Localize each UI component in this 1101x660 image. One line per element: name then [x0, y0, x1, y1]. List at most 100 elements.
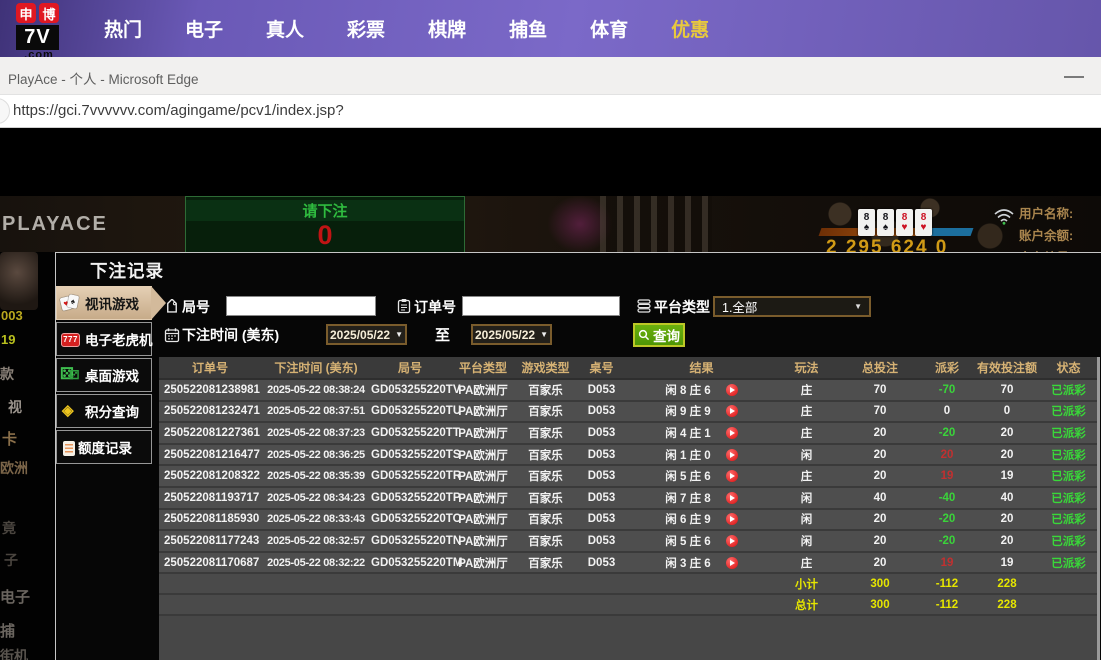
grand-total-label: 总计	[774, 597, 839, 613]
replay-play-icon[interactable]	[726, 405, 738, 417]
replay-play-icon[interactable]	[726, 384, 738, 396]
table-row: 250522081238981 2025-05-22 08:38:24 GD05…	[159, 380, 1100, 402]
background-text-remnant: 竟	[2, 518, 16, 538]
dealt-cards: 8 ♠ 8 ♠ 8 ♥ 8 ♥	[858, 209, 932, 236]
minimize-icon[interactable]	[1064, 76, 1084, 78]
table-row: 250522081208322 2025-05-22 08:35:39 GD05…	[159, 466, 1100, 488]
cell-table-number: D053	[574, 470, 629, 482]
cell-total-bet: 40	[839, 492, 921, 504]
cell-game-type: 百家乐	[517, 403, 574, 419]
platform-select[interactable]: 1.全部 ▼	[713, 296, 871, 317]
table-row: 250522081170687 2025-05-22 08:32:22 GD05…	[159, 553, 1100, 575]
cell-platform: PA欧洲厅	[449, 425, 517, 441]
cell-total-bet: 20	[839, 535, 921, 547]
cell-platform: PA欧洲厅	[449, 382, 517, 398]
sidebar-item[interactable]: 桌面游戏	[56, 358, 152, 392]
cell-bet-type: 庄	[774, 555, 839, 571]
cell-table-number: D053	[574, 513, 629, 525]
card-suit-icon: ♥	[921, 223, 927, 233]
cell-round-id: GD053255220TT	[371, 427, 449, 439]
panel-title: 下注记录	[90, 258, 164, 283]
site-nav-item[interactable]: 优惠	[671, 15, 709, 42]
sidebar-item[interactable]: 电子老虎机	[56, 322, 152, 356]
cell-round-id: GD053255220TU	[371, 405, 449, 417]
background-text-remnant: 子	[4, 550, 18, 570]
grand-total-total-bet: 300	[839, 599, 921, 611]
cell-bet-time: 2025-05-22 08:33:43	[261, 513, 371, 525]
cell-result: 闲 6 庄 9	[629, 511, 774, 527]
col-header-status: 状态	[1041, 359, 1096, 376]
cell-valid-bet: 20	[973, 535, 1041, 547]
cell-payout: 19	[921, 470, 973, 482]
site-nav-item[interactable]: 棋牌	[428, 15, 466, 42]
sidebar: 视讯游戏 电子老虎机 桌面游戏 积分查询	[56, 286, 152, 466]
to-label: 至	[435, 324, 450, 345]
sidebar-item[interactable]: 积分查询	[56, 394, 152, 428]
cell-round-id: GD053255220TS	[371, 449, 449, 461]
replay-play-icon[interactable]	[726, 427, 738, 439]
order-input[interactable]	[462, 296, 620, 316]
platform-label: 平台类型	[654, 297, 710, 317]
cell-total-bet: 20	[839, 557, 921, 569]
scrollbar[interactable]	[1097, 357, 1100, 660]
cell-payout: 20	[921, 449, 973, 461]
result-score: 闲 9 庄 9	[665, 403, 710, 419]
site-nav-item[interactable]: 真人	[266, 15, 304, 42]
platform-select-value: 1.全部	[722, 297, 757, 316]
window-title: PlayAce - 个人 - Microsoft Edge	[8, 68, 199, 88]
card-suit-icon: ♥	[902, 223, 908, 233]
replay-play-icon[interactable]	[726, 492, 738, 504]
background-text-remnant: 款	[0, 364, 14, 384]
site-nav-item[interactable]: 电子	[185, 15, 223, 42]
replay-play-icon[interactable]	[726, 449, 738, 461]
cell-status: 已派彩	[1041, 382, 1096, 398]
round-input[interactable]	[226, 296, 376, 316]
site-nav-item[interactable]: 彩票	[347, 15, 385, 42]
sidebar-item-icon	[63, 441, 75, 456]
subtotal-label: 小计	[774, 576, 839, 592]
site-nav-item[interactable]: 热门	[104, 15, 142, 42]
card-rank: 8	[864, 213, 870, 223]
replay-play-icon[interactable]	[726, 513, 738, 525]
bet-prompt-box: 请下注 0	[185, 196, 465, 252]
cell-game-type: 百家乐	[517, 511, 574, 527]
table-row: 250522081232471 2025-05-22 08:37:51 GD05…	[159, 402, 1100, 424]
cell-result: 闲 1 庄 0	[629, 447, 774, 463]
playing-card: 8 ♠	[877, 209, 894, 236]
calendar-icon	[164, 327, 180, 343]
cell-platform: PA欧洲厅	[449, 533, 517, 549]
search-button[interactable]: 查询	[633, 323, 685, 347]
cell-game-type: 百家乐	[517, 468, 574, 484]
col-header-platform: 平台类型	[449, 359, 517, 376]
date-from-select[interactable]: 2025/05/22 ▼	[326, 324, 407, 345]
cell-order-number: 250522081227361	[159, 427, 261, 439]
cell-valid-bet: 19	[973, 557, 1041, 569]
background-text-remnant: 电子	[0, 586, 30, 607]
sidebar-item[interactable]: 视讯游戏	[56, 286, 152, 320]
cell-round-id: GD053255220TO	[371, 513, 449, 525]
site-nav-item[interactable]: 捕鱼	[509, 15, 547, 42]
site-nav-item[interactable]: 体育	[590, 15, 628, 42]
logo-badges: 申 博	[16, 3, 62, 23]
replay-play-icon[interactable]	[726, 535, 738, 547]
sidebar-item[interactable]: 额度记录	[56, 430, 152, 464]
background-text-remnant: 视	[8, 397, 22, 417]
cell-round-id: GD053255220TM	[371, 557, 449, 569]
cell-valid-bet: 0	[973, 405, 1041, 417]
cell-bet-type: 闲	[774, 447, 839, 463]
replay-play-icon[interactable]	[726, 470, 738, 482]
url-input[interactable]	[13, 102, 1093, 119]
date-to-select[interactable]: 2025/05/22 ▼	[471, 324, 552, 345]
cell-table-number: D053	[574, 427, 629, 439]
urlbar-decoration	[0, 98, 10, 124]
dealer-thumbnail	[0, 252, 38, 310]
cell-platform: PA欧洲厅	[449, 511, 517, 527]
cell-table-number: D053	[574, 557, 629, 569]
subtotal-valid-bet: 228	[973, 578, 1041, 590]
site-logo[interactable]: 申 博 7V .com	[16, 3, 62, 61]
cell-table-number: D053	[574, 535, 629, 547]
replay-play-icon[interactable]	[726, 557, 738, 569]
result-score: 闲 7 庄 8	[665, 490, 710, 506]
user-info-labels: 用户名称:账户余额:桌台编号:	[1019, 203, 1073, 252]
background-text-remnant: 19	[1, 332, 15, 347]
